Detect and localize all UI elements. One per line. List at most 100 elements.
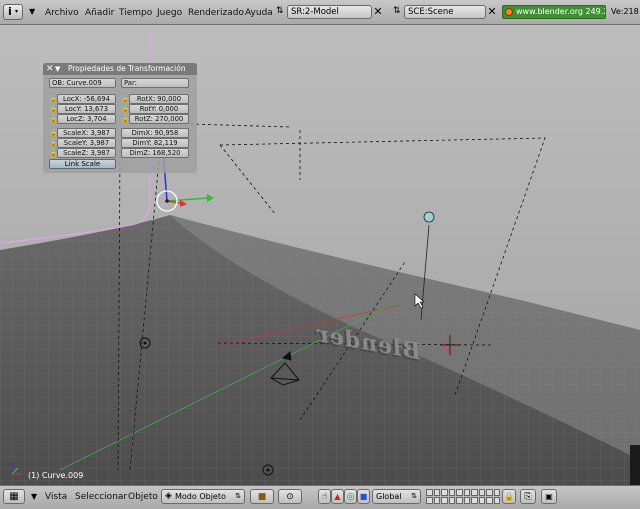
lock-icon[interactable]: 🔒 [49, 114, 58, 124]
rot-z-field[interactable]: RotZ: 270,000 [129, 114, 189, 124]
mode-select-value: Modo Objeto [175, 492, 226, 501]
loc-z-field[interactable]: LocZ: 3,704 [57, 114, 116, 124]
scene-name-field[interactable]: SCE:Scene [404, 5, 486, 19]
layer-button[interactable] [448, 497, 455, 504]
close-icon[interactable]: ✕ [46, 63, 54, 75]
viewport-scroll-edge[interactable] [630, 445, 640, 485]
layer-buttons[interactable] [426, 489, 500, 504]
top-header: i ▾ ▼ Archivo Añadir Tiempo Juego Render… [0, 0, 640, 25]
layer-button[interactable] [456, 489, 463, 496]
orientation-select[interactable]: Global ⇅ [372, 489, 421, 504]
layer-button[interactable] [448, 489, 455, 496]
layer-button[interactable] [433, 489, 440, 496]
grid-icon: ▦ [9, 491, 19, 502]
menu-archivo[interactable]: Archivo [45, 8, 79, 18]
lock-icon[interactable]: 🔒 [49, 94, 58, 104]
parent-field[interactable]: Par: [121, 78, 189, 88]
layer-button[interactable] [441, 497, 448, 504]
scene-delete-icon[interactable]: ✕ [486, 5, 498, 19]
menu-tiempo[interactable]: Tiempo [119, 8, 152, 18]
collapse-menu-triangle-icon[interactable]: ▼ [31, 492, 37, 501]
lock-icon[interactable]: 🔒 [49, 138, 58, 148]
lock-layers-button[interactable]: 🔒 [502, 489, 516, 504]
lock-icon[interactable]: 🔒 [121, 104, 130, 114]
layer-button[interactable] [493, 489, 500, 496]
layer-button[interactable] [426, 489, 433, 496]
lock-icon[interactable]: 🔒 [121, 94, 130, 104]
lock-icon: 🔒 [504, 492, 514, 501]
opengl-render-button[interactable]: ⎘ [520, 489, 536, 504]
info-window-type-button[interactable]: i ▾ [3, 4, 23, 20]
dim-z-field[interactable]: DimZ: 168,520 [121, 148, 189, 158]
layer-button[interactable] [478, 497, 485, 504]
lock-icon[interactable]: 🔒 [49, 148, 58, 158]
screen-delete-icon[interactable]: ✕ [372, 5, 384, 19]
loc-x-field[interactable]: LocX: -56,694 [57, 94, 116, 104]
menu-ayuda[interactable]: Ayuda [245, 8, 273, 18]
dim-x-field[interactable]: DimX: 90,958 [121, 128, 189, 138]
panel-header[interactable]: ✕ ▼ Propiedades de Transformación [43, 63, 197, 75]
dim-y-field[interactable]: DimY: 82,119 [121, 138, 189, 148]
editor-type-button[interactable]: ▦ [3, 489, 25, 504]
layer-button[interactable] [478, 489, 485, 496]
screen-browse-icon[interactable]: ⇅ [276, 6, 284, 16]
object-name-field[interactable]: OB: Curve.009 [49, 78, 116, 88]
3d-viewport[interactable]: Blender (1) Curve.009 ✕ ▼ Propiedades de… [0, 25, 640, 485]
lamp-icon[interactable] [423, 211, 435, 223]
layer-button[interactable] [471, 489, 478, 496]
3d-view-header: ▦ ▼ Vista Seleccionar Objeto ◈ Modo Obje… [0, 485, 640, 509]
pivot-select[interactable]: ⊙ [278, 489, 302, 504]
blender-logo-icon [505, 8, 513, 16]
loc-y-field[interactable]: LocY: 13,673 [57, 104, 116, 114]
website-text: www.blender.org 249.2 [516, 7, 606, 16]
scale-x-field[interactable]: ScaleX: 3,987 [57, 128, 116, 138]
rotate-manipulator-button[interactable]: ◎ [344, 489, 357, 504]
blender-website-link[interactable]: www.blender.org 249.2 [502, 5, 606, 19]
layer-button[interactable] [493, 497, 500, 504]
link-scale-button[interactable]: Link Scale [49, 159, 116, 169]
shading-cube-icon: ■ [257, 492, 267, 502]
lock-icon[interactable]: 🔒 [49, 104, 58, 114]
layer-button[interactable] [463, 497, 470, 504]
mode-select[interactable]: ◈ Modo Objeto ⇅ [161, 489, 245, 504]
layer-button[interactable] [471, 497, 478, 504]
object-mode-icon: ◈ [165, 491, 172, 501]
scale-z-field[interactable]: ScaleZ: 3,987 [57, 148, 116, 158]
menu-seleccionar[interactable]: Seleccionar [75, 492, 127, 502]
rot-y-field[interactable]: RotY: 0,000 [129, 104, 189, 114]
scene-browse-icon[interactable]: ⇅ [393, 6, 401, 16]
render-anim-button[interactable]: ▣ [541, 489, 557, 504]
layer-button[interactable] [486, 489, 493, 496]
layer-button[interactable] [441, 489, 448, 496]
triangle-icon: ▲ [334, 492, 341, 501]
layer-button[interactable] [426, 497, 433, 504]
render-icon: ⎘ [524, 492, 532, 502]
menu-objeto[interactable]: Objeto [128, 492, 158, 502]
rotate-icon: ◎ [346, 492, 355, 502]
updown-icon: ⇅ [411, 492, 417, 500]
layer-button[interactable] [463, 489, 470, 496]
scale-manipulator-button[interactable]: ■ [357, 489, 370, 504]
layer-button[interactable] [456, 497, 463, 504]
menu-renderizado[interactable]: Renderizado [188, 8, 244, 18]
manipulator-toggle[interactable]: ☝ [318, 489, 331, 504]
transform-properties-panel: ✕ ▼ Propiedades de Transformación OB: Cu… [43, 63, 197, 173]
lock-icon[interactable]: 🔒 [121, 114, 130, 124]
collapse-arrow-icon[interactable]: ▼ [55, 63, 60, 75]
menu-vista[interactable]: Vista [45, 492, 67, 502]
collapse-menu-triangle-icon[interactable]: ▼ [29, 7, 35, 16]
updown-icon: ⇅ [235, 492, 241, 500]
active-object-label: (1) Curve.009 [28, 471, 84, 480]
screen-name-field[interactable]: SR:2-Model [287, 5, 372, 19]
menu-juego[interactable]: Juego [157, 8, 182, 18]
chevron-down-icon: ▾ [15, 8, 19, 15]
translate-manipulator-button[interactable]: ▲ [331, 489, 344, 504]
scale-y-field[interactable]: ScaleY: 3,987 [57, 138, 116, 148]
lock-icon[interactable]: 🔒 [49, 128, 58, 138]
layer-button[interactable] [433, 497, 440, 504]
info-icon: i [8, 5, 12, 18]
rot-x-field[interactable]: RotX: 90,000 [129, 94, 189, 104]
layer-button[interactable] [486, 497, 493, 504]
menu-anadir[interactable]: Añadir [85, 8, 114, 18]
draw-type-select[interactable]: ■ [250, 489, 274, 504]
